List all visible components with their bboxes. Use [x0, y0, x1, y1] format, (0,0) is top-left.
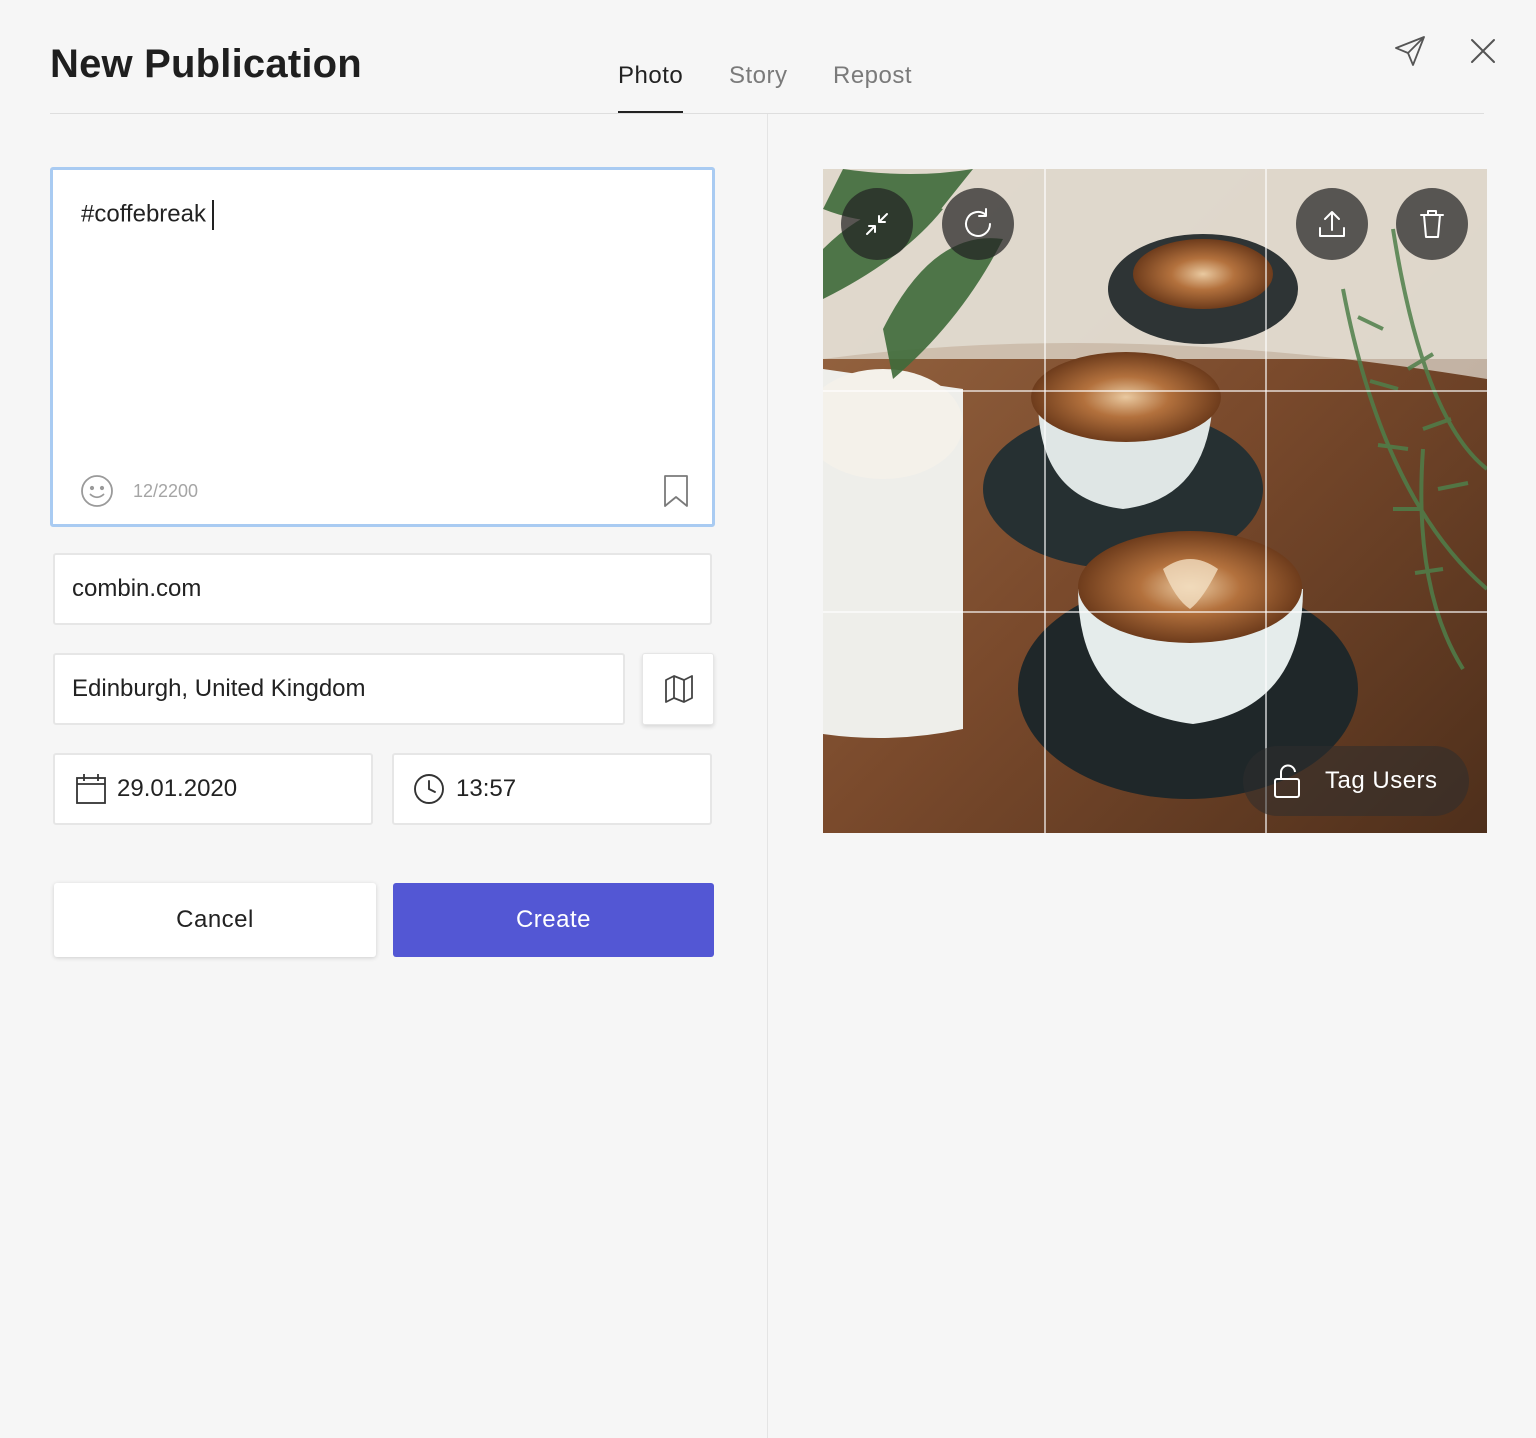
upload-icon[interactable] [1296, 188, 1368, 260]
crop-grid-line [1265, 169, 1267, 833]
caption-text-wrapper: #coffebreak [81, 200, 214, 230]
time-value: 13:57 [456, 775, 517, 802]
location-field[interactable]: Edinburgh, United Kingdom [53, 653, 625, 725]
time-field[interactable]: 13:57 [392, 753, 712, 825]
rotate-icon[interactable] [942, 188, 1014, 260]
cancel-button[interactable]: Cancel [54, 883, 376, 957]
date-field[interactable]: 29.01.2020 [53, 753, 373, 825]
website-value: combin.com [72, 575, 202, 602]
map-icon [665, 675, 693, 703]
unlock-icon [1274, 764, 1300, 798]
caption-input[interactable]: #coffebreak 12/2200 [50, 167, 715, 527]
trash-icon[interactable] [1396, 188, 1468, 260]
character-counter: 12/2200 [133, 481, 199, 501]
date-value: 29.01.2020 [117, 775, 238, 802]
tag-users-button[interactable]: Tag Users [1243, 746, 1469, 816]
crop-grid-line [1044, 169, 1046, 833]
crop-grid-line [823, 390, 1487, 392]
calendar-icon [74, 772, 108, 806]
tab-repost[interactable]: Repost [833, 62, 912, 114]
page-title: New Publication [50, 42, 362, 86]
website-field[interactable]: combin.com [53, 553, 712, 625]
text-caret [211, 200, 214, 230]
emoji-icon[interactable] [79, 473, 115, 509]
send-icon[interactable] [1393, 34, 1427, 68]
clock-icon [412, 772, 446, 806]
location-value: Edinburgh, United Kingdom [72, 675, 366, 702]
photo-preview[interactable]: Tag Users [823, 169, 1487, 833]
collapse-icon[interactable] [841, 188, 913, 260]
close-icon[interactable] [1466, 34, 1500, 68]
map-button[interactable] [642, 653, 714, 725]
create-button[interactable]: Create [393, 883, 714, 957]
tag-users-label: Tag Users [1325, 767, 1438, 794]
tab-photo[interactable]: Photo [618, 62, 684, 114]
bookmark-icon[interactable] [662, 474, 690, 508]
coffee-photo [823, 169, 1487, 833]
caption-text: #coffebreak [81, 200, 206, 228]
tab-story[interactable]: Story [729, 62, 788, 114]
panel-divider [767, 114, 768, 1438]
crop-grid-line [823, 611, 1487, 613]
